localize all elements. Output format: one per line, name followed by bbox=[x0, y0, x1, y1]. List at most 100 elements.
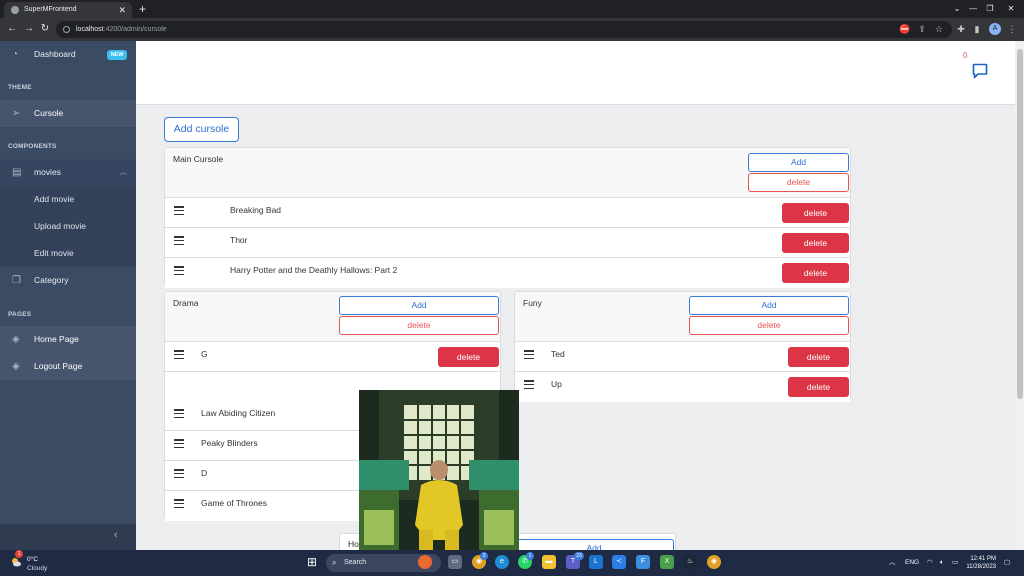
section-title-theme: THEME bbox=[8, 84, 32, 91]
sidebar-item-label: Home Page bbox=[34, 334, 79, 344]
browser-toolbar: ← → ↻ localhost:4200/admin/cursole ⛔ ⇪ ☆… bbox=[0, 18, 1024, 41]
favicon-icon bbox=[11, 6, 19, 14]
blocked-popup-icon[interactable]: ⛔ bbox=[898, 22, 912, 36]
address-bar[interactable]: localhost:4200/admin/cursole bbox=[56, 21, 952, 38]
forward-icon[interactable]: → bbox=[22, 22, 36, 36]
add-button[interactable]: Add bbox=[689, 296, 849, 315]
delete-cursole-button[interactable]: delete bbox=[748, 173, 849, 192]
delete-button[interactable]: delete bbox=[788, 347, 849, 367]
profile-avatar[interactable]: A bbox=[989, 23, 1001, 35]
list-item[interactable]: Breaking Bad delete bbox=[165, 198, 850, 228]
sidebar-toggler[interactable]: ‹ bbox=[0, 524, 136, 550]
linkedin-icon[interactable]: L bbox=[589, 555, 603, 569]
sidebar-item-upload-movie[interactable]: Upload movie bbox=[0, 213, 136, 240]
sidebar-item-home-page[interactable]: ◈ Home Page bbox=[0, 326, 136, 353]
bookmark-star-icon[interactable]: ☆ bbox=[932, 22, 946, 36]
sidebar-item-label: Logout Page bbox=[34, 361, 83, 371]
cursole-funy: Funy Add delete Ted delete Up delete bbox=[514, 291, 851, 402]
drag-handle-icon[interactable] bbox=[174, 206, 184, 216]
speedometer-icon: ◔ bbox=[12, 49, 19, 60]
drag-handle-icon[interactable] bbox=[174, 266, 184, 276]
sidebar-item-category[interactable]: ❐ Category bbox=[0, 267, 136, 294]
chrome-profile-icon[interactable]: ◉ bbox=[707, 555, 721, 569]
sidebar-item-dashboard[interactable]: ◔ Dashboard NEW bbox=[0, 41, 136, 68]
delete-button[interactable]: delete bbox=[782, 263, 849, 283]
chevron-up-icon: ︿ bbox=[120, 169, 127, 176]
volume-icon[interactable]: 🔈︎ bbox=[940, 550, 944, 576]
side-panel-icon[interactable]: ▮ bbox=[970, 22, 984, 36]
drag-handle-icon[interactable] bbox=[174, 499, 184, 509]
extensions-icon[interactable]: ✚ bbox=[954, 22, 968, 36]
new-tab-button[interactable]: + bbox=[139, 1, 146, 17]
file-explorer-icon[interactable]: ▬ bbox=[542, 555, 556, 569]
list-item[interactable]: Ted delete bbox=[515, 342, 850, 372]
layers-icon: ◈ bbox=[12, 334, 20, 345]
dragged-movie-poster[interactable] bbox=[359, 390, 519, 550]
drag-handle-icon[interactable] bbox=[524, 350, 534, 360]
item-title: Thor bbox=[230, 235, 248, 245]
delete-button[interactable]: delete bbox=[782, 203, 849, 223]
layers-icon: ◈ bbox=[12, 361, 20, 372]
chrome-badge: 3 bbox=[480, 552, 488, 560]
drag-handle-icon[interactable] bbox=[174, 409, 184, 419]
site-info-icon[interactable] bbox=[63, 26, 70, 33]
drag-handle-icon[interactable] bbox=[174, 469, 184, 479]
delete-button[interactable]: delete bbox=[438, 347, 499, 367]
page-scrollbar[interactable] bbox=[1015, 41, 1024, 550]
delete-button[interactable]: delete bbox=[782, 233, 849, 253]
add-button[interactable]: Add bbox=[339, 296, 499, 315]
cursole-title: Drama bbox=[173, 298, 199, 308]
sidebar: ◔ Dashboard NEW THEME ➢ Cursole COMPONEN… bbox=[0, 41, 136, 550]
drag-handle-icon[interactable] bbox=[174, 439, 184, 449]
share-icon[interactable]: ⇪ bbox=[915, 22, 929, 36]
close-window-button[interactable]: ✕ bbox=[998, 0, 1024, 18]
weather-widget[interactable]: 1 0°C Cloudy bbox=[10, 550, 70, 573]
reload-icon[interactable]: ↻ bbox=[38, 22, 52, 36]
cursole-title: Main Cursole bbox=[173, 154, 224, 164]
add-cursole-button[interactable]: Add cursole bbox=[164, 117, 239, 142]
cursole-title: Ho bbox=[348, 539, 359, 549]
steam-icon[interactable]: ♨ bbox=[683, 555, 697, 569]
fax-app-icon[interactable]: F bbox=[636, 555, 650, 569]
browser-tab-strip: SuperMFrontend ✕ + ⌄ — ❐ ✕ bbox=[0, 0, 1024, 18]
windows-start-icon[interactable]: ⊞ bbox=[305, 555, 319, 569]
add-button[interactable]: Add bbox=[748, 153, 849, 172]
delete-cursole-button[interactable]: delete bbox=[339, 316, 499, 335]
browser-tab[interactable]: SuperMFrontend ✕ bbox=[4, 2, 132, 18]
drag-handle-icon[interactable] bbox=[174, 350, 184, 360]
drag-handle-icon[interactable] bbox=[524, 380, 534, 390]
task-view-icon[interactable]: ▭ bbox=[448, 555, 462, 569]
delete-cursole-button[interactable]: delete bbox=[689, 316, 849, 335]
search-icon: ⌕ bbox=[332, 558, 337, 567]
excel-app-icon[interactable]: X bbox=[660, 555, 674, 569]
vscode-icon[interactable]: ≺ bbox=[612, 555, 626, 569]
search-highlight-icon[interactable] bbox=[418, 555, 432, 569]
system-clock[interactable]: 12:41 PM 11/28/2023 bbox=[962, 555, 996, 571]
chat-icon[interactable] bbox=[972, 63, 988, 79]
list-item[interactable]: Harry Potter and the Deathly Hallows: Pa… bbox=[165, 258, 850, 288]
list-item[interactable]: G delete bbox=[165, 342, 500, 372]
sidebar-item-cursole[interactable]: ➢ Cursole bbox=[0, 100, 136, 127]
list-item[interactable]: Up delete bbox=[515, 372, 850, 402]
list-item[interactable]: Thor delete bbox=[165, 228, 850, 258]
scrollbar-thumb[interactable] bbox=[1017, 49, 1023, 399]
item-title: Game of Thrones bbox=[201, 498, 267, 508]
back-icon[interactable]: ← bbox=[5, 22, 19, 36]
sidebar-item-logout-page[interactable]: ◈ Logout Page bbox=[0, 353, 136, 380]
tray-overflow-icon[interactable]: ︿ bbox=[889, 550, 896, 576]
drag-handle-icon[interactable] bbox=[174, 236, 184, 246]
section-title-components: COMPONENTS bbox=[8, 143, 57, 150]
sidebar-item-add-movie[interactable]: Add movie bbox=[0, 186, 136, 213]
browser-menu-icon[interactable]: ⋮ bbox=[1005, 22, 1019, 36]
notifications-icon[interactable]: ▢ bbox=[1004, 550, 1010, 576]
delete-button[interactable]: delete bbox=[788, 377, 849, 397]
edge-icon[interactable]: e bbox=[495, 555, 509, 569]
sidebar-item-movies[interactable]: ▤ movies ︿ bbox=[0, 159, 136, 186]
search-placeholder: Search bbox=[344, 559, 367, 566]
wifi-icon[interactable]: ◠ bbox=[927, 550, 933, 576]
close-tab-icon[interactable]: ✕ bbox=[118, 2, 126, 18]
battery-icon[interactable]: ▭ bbox=[952, 550, 958, 576]
language-indicator[interactable]: ENG bbox=[905, 550, 919, 576]
section-title-pages: PAGES bbox=[8, 311, 32, 318]
sidebar-item-edit-movie[interactable]: Edit movie bbox=[0, 240, 136, 267]
